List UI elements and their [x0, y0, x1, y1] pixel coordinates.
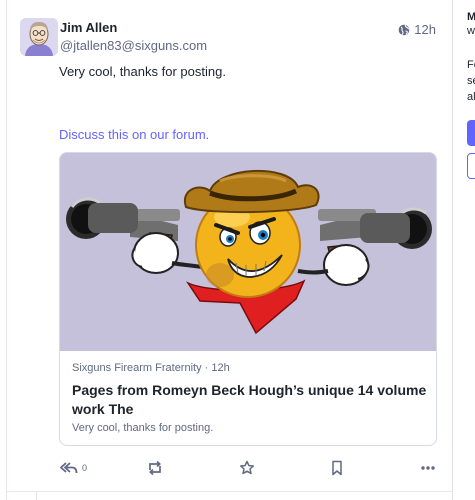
bookmark-button[interactable] [330, 458, 344, 478]
author-handle[interactable]: @jtallen83@sixguns.com [60, 38, 207, 53]
sidebar-text-4: se [467, 75, 475, 87]
globe-icon [398, 24, 410, 35]
right-sidebar-peek: M w Fo se al [465, 0, 475, 500]
status-timestamp: 12h [414, 22, 436, 37]
sidebar-primary-button[interactable] [467, 120, 475, 146]
more-icon [421, 466, 435, 470]
sidebar-secondary-button[interactable] [467, 153, 475, 179]
reply-all-icon [60, 462, 78, 474]
favourite-button[interactable] [239, 458, 255, 478]
star-icon [239, 460, 255, 475]
card-image[interactable] [60, 153, 436, 351]
status-post[interactable]: Jim Allen @jtallen83@sixguns.com 12h Ver… [6, 0, 452, 491]
boost-button[interactable] [147, 458, 163, 478]
status-content: Very cool, thanks for posting. [59, 64, 226, 79]
post-separator [6, 491, 453, 492]
next-post-thread-line [36, 491, 37, 500]
sidebar-text-5: al [467, 91, 475, 103]
reply-count: 0 [82, 463, 88, 473]
status-action-bar: 0 [60, 458, 440, 478]
status-timestamp-link[interactable]: 12h [398, 22, 436, 37]
avatar-image [20, 18, 58, 56]
more-options-button[interactable] [420, 458, 436, 478]
cowboy-emoji-image [60, 153, 436, 351]
column-divider [452, 0, 453, 500]
link-preview-card[interactable]: Sixguns Firearm Fraternity · 12h Pages f… [59, 152, 437, 446]
card-provider: Sixguns Firearm Fraternity · 12h [72, 362, 230, 374]
forum-link[interactable]: Discuss this on our forum. [59, 127, 209, 142]
card-title[interactable]: Pages from Romeyn Beck Hough’s unique 14… [72, 381, 432, 419]
sidebar-text-2: w [467, 25, 475, 37]
boost-icon [149, 460, 161, 476]
bookmark-icon [332, 460, 342, 476]
sidebar-text-3: Fo [467, 59, 475, 71]
avatar[interactable] [20, 18, 58, 56]
reply-button[interactable]: 0 [60, 458, 87, 478]
card-description: Very cool, thanks for posting. [72, 422, 214, 434]
author-display-name[interactable]: Jim Allen [60, 20, 117, 35]
sidebar-text-1: M [467, 11, 475, 23]
